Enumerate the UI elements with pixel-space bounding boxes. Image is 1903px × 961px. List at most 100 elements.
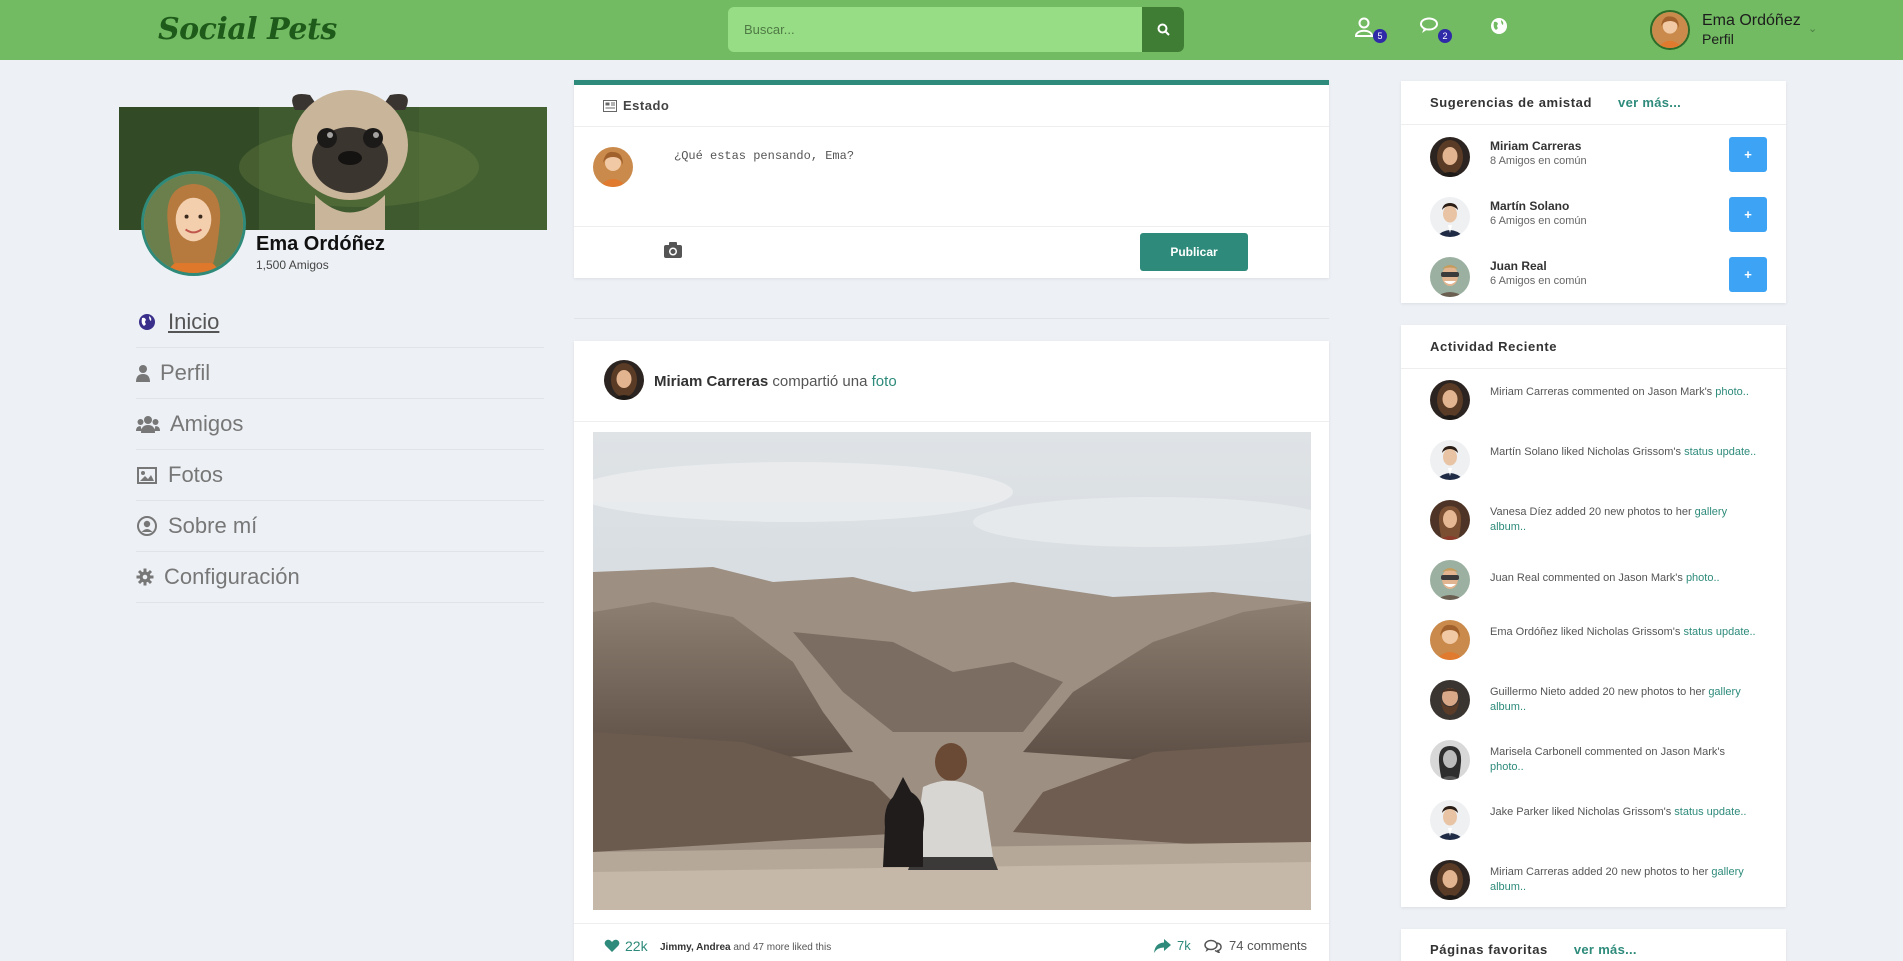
activity-link[interactable]: photo..	[1715, 386, 1749, 398]
activity-link[interactable]: photo..	[1490, 761, 1524, 773]
avatar[interactable]	[1430, 680, 1470, 720]
activity-item: Miriam Carreras added 20 new photos to h…	[1401, 849, 1786, 909]
search-input[interactable]	[728, 7, 1141, 52]
activity-description: Juan Real commented on Jason Mark's	[1490, 572, 1683, 584]
liked-by-text[interactable]: Jimmy, Andrea and 47 more liked this	[660, 942, 831, 953]
post-author-avatar[interactable]	[604, 360, 644, 400]
activity-item: Vanesa Díez added 20 new photos to her g…	[1401, 489, 1786, 549]
gear-icon	[136, 566, 154, 588]
messages-badge: 2	[1438, 29, 1452, 43]
profile-avatar[interactable]	[141, 171, 246, 276]
add-friend-button[interactable]: +	[1729, 197, 1767, 232]
activity-link[interactable]: photo..	[1686, 572, 1720, 584]
activity-item: Ema Ordóñez liked Nicholas Grissom's sta…	[1401, 609, 1786, 669]
sidebar-item-sobre-mi[interactable]: Sobre mí	[136, 501, 544, 552]
avatar[interactable]	[1430, 197, 1470, 237]
suggestions-title: Sugerencias de amistad	[1430, 95, 1593, 110]
sidebar-item-perfil[interactable]: Perfil	[136, 348, 544, 399]
users-icon	[136, 413, 160, 435]
avatar[interactable]	[1430, 440, 1470, 480]
share-button[interactable]: 7k	[1154, 938, 1191, 953]
avatar[interactable]	[1430, 800, 1470, 840]
notifications-button[interactable]	[1490, 17, 1516, 43]
activity-item: Jake Parker liked Nicholas Grissom's sta…	[1401, 789, 1786, 849]
avatar[interactable]	[1430, 740, 1470, 780]
comments-button[interactable]: 74 comments	[1204, 938, 1307, 953]
suggestion-mutual: 6 Amigos en común	[1490, 215, 1587, 227]
suggestion-name[interactable]: Martín Solano	[1490, 199, 1569, 213]
heart-icon	[604, 939, 620, 952]
avatar[interactable]	[1430, 560, 1470, 600]
camera-icon[interactable]	[664, 242, 682, 258]
post-header-text: Miriam Carreras compartió una foto	[654, 373, 897, 390]
sidebar-item-configuracion[interactable]: Configuración	[136, 552, 544, 603]
post-author-name[interactable]: Miriam Carreras	[654, 373, 768, 390]
like-count: 22k	[625, 938, 648, 954]
status-input-area[interactable]: ¿Qué estas pensando, Ema?	[574, 127, 1329, 227]
post-photo[interactable]	[593, 432, 1311, 910]
status-placeholder: ¿Qué estas pensando, Ema?	[674, 149, 855, 163]
sidebar-item-label: Configuración	[164, 564, 300, 589]
pages-more-link[interactable]: ver más...	[1574, 942, 1637, 957]
publish-button[interactable]: Publicar	[1140, 233, 1248, 271]
sidebar-item-label: Amigos	[170, 411, 244, 436]
avatar[interactable]	[1430, 257, 1470, 297]
sidebar-item-inicio[interactable]: Inicio	[136, 297, 544, 348]
activity-link[interactable]: status update..	[1684, 446, 1756, 458]
avatar[interactable]	[1430, 500, 1470, 540]
activity-description: Vanesa Díez added 20 new photos to her	[1490, 506, 1692, 518]
activity-description: Guillermo Nieto added 20 new photos to h…	[1490, 686, 1706, 698]
share-count: 7k	[1177, 938, 1191, 953]
user-icon	[1354, 17, 1374, 37]
activity-item: Miriam Carreras commented on Jason Mark'…	[1401, 369, 1786, 429]
post-card: Miriam Carreras compartió una foto 22k J…	[574, 341, 1329, 961]
sidebar-item-label: Perfil	[160, 360, 211, 385]
add-friend-button[interactable]: +	[1729, 137, 1767, 172]
friend-requests-badge: 5	[1373, 29, 1387, 43]
liked-by-names: Jimmy, Andrea	[660, 942, 731, 953]
suggestion-name[interactable]: Miriam Carreras	[1490, 139, 1581, 153]
globe-icon	[136, 311, 158, 333]
post-object-link[interactable]: foto	[872, 373, 897, 390]
sidebar-item-label: Inicio	[168, 309, 220, 334]
chevron-down-icon: ⌄	[1808, 23, 1818, 35]
sidebar-menu: Inicio Perfil Amigos Fotos Sobre mí Conf…	[136, 297, 544, 603]
search-button[interactable]	[1142, 7, 1184, 52]
suggestion-mutual: 6 Amigos en común	[1490, 275, 1587, 287]
avatar[interactable]	[1430, 380, 1470, 420]
activity-text: Marisela Carbonell commented on Jason Ma…	[1490, 745, 1760, 775]
activity-item: Guillermo Nieto added 20 new photos to h…	[1401, 669, 1786, 729]
suggestions-more-link[interactable]: ver más...	[1618, 95, 1681, 110]
sidebar-item-label: Fotos	[168, 462, 224, 487]
activity-text: Miriam Carreras commented on Jason Mark'…	[1490, 385, 1760, 400]
friend-requests-button[interactable]: 5	[1354, 17, 1387, 43]
sidebar-item-label: Sobre mí	[168, 513, 258, 538]
post-header: Miriam Carreras compartió una foto	[574, 341, 1329, 422]
activity-link[interactable]: status update..	[1683, 626, 1755, 638]
profile-friends-count[interactable]: 1,500 Amigos	[256, 258, 329, 272]
user-menu[interactable]: Ema Ordóñez Perfil ⌄	[1650, 10, 1825, 50]
activity-title: Actividad Reciente	[1430, 339, 1558, 354]
activity-item: Marisela Carbonell commented on Jason Ma…	[1401, 729, 1786, 789]
friend-suggestions-card: Sugerencias de amistad ver más... Miriam…	[1401, 81, 1786, 303]
newspaper-icon	[603, 99, 617, 112]
activity-header: Actividad Reciente	[1401, 325, 1786, 369]
logo[interactable]: Social Pets	[158, 12, 337, 47]
suggestion-name[interactable]: Juan Real	[1490, 259, 1547, 273]
messages-button[interactable]: 2	[1420, 17, 1452, 43]
sidebar-item-amigos[interactable]: Amigos	[136, 399, 544, 450]
add-friend-button[interactable]: +	[1729, 257, 1767, 292]
globe-icon	[1491, 18, 1507, 34]
avatar[interactable]	[1430, 860, 1470, 900]
avatar[interactable]	[1430, 137, 1470, 177]
avatar[interactable]	[1430, 620, 1470, 660]
pages-header: Páginas favoritas ver más...	[1401, 929, 1786, 961]
sidebar-item-fotos[interactable]: Fotos	[136, 450, 544, 501]
user-role: Perfil	[1702, 31, 1734, 47]
status-footer: Publicar	[574, 227, 1329, 277]
activity-link[interactable]: status update..	[1674, 806, 1746, 818]
activity-description: Martín Solano liked Nicholas Grissom's	[1490, 446, 1682, 458]
like-button[interactable]: 22k	[604, 938, 648, 954]
activity-text: Martín Solano liked Nicholas Grissom's s…	[1490, 445, 1760, 460]
post-verb: compartió una	[772, 373, 868, 390]
